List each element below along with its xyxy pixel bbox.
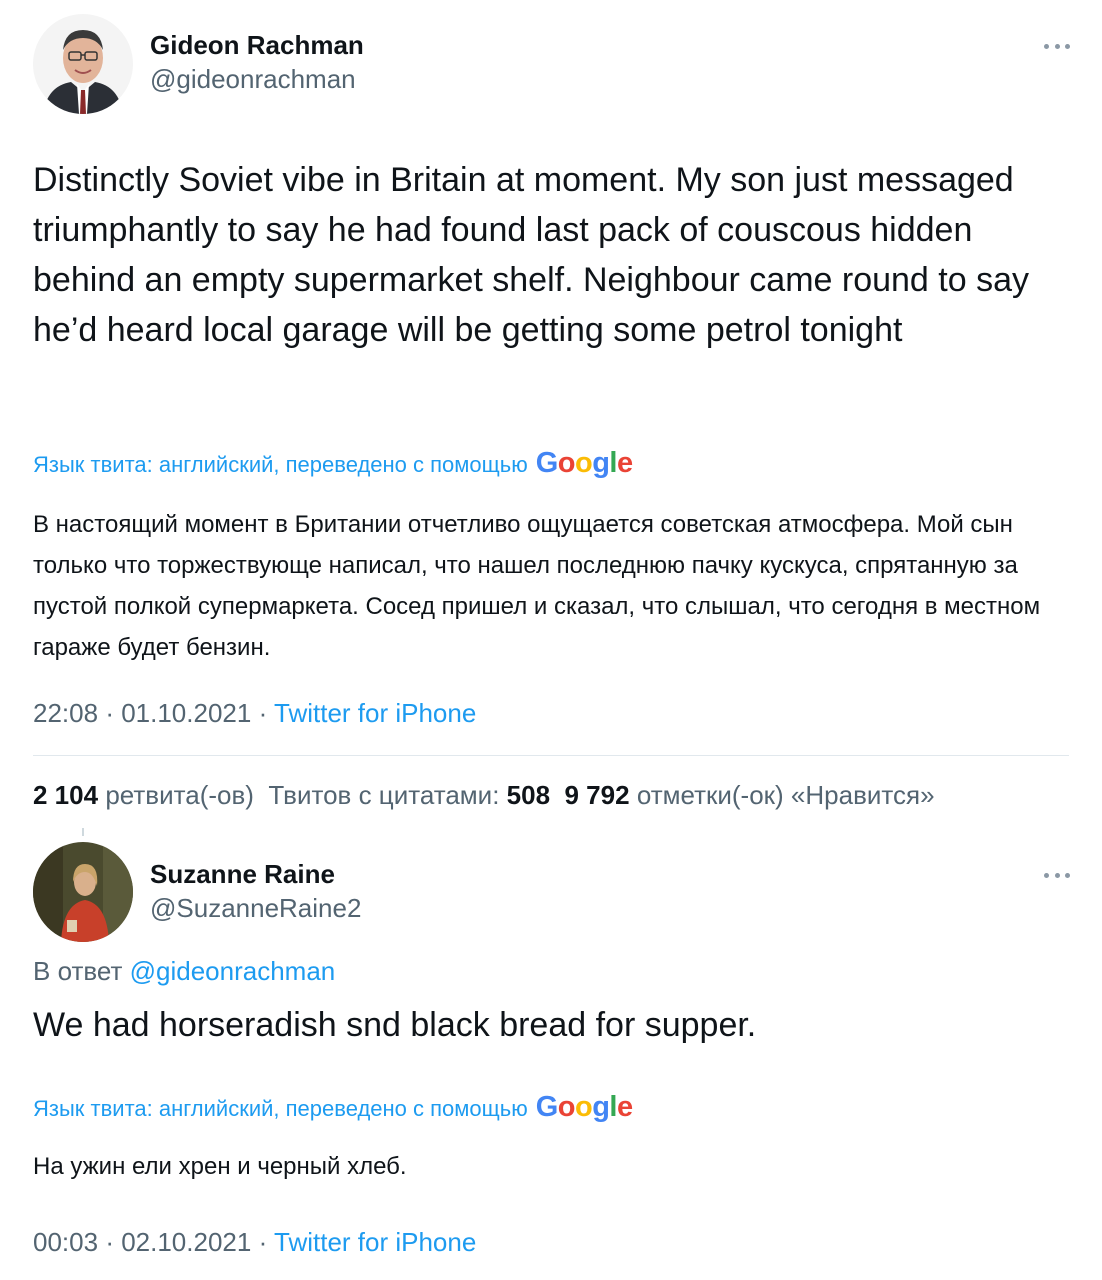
likes-stat[interactable]: 9 792 отметки(-ок) «Нравится»: [565, 780, 935, 810]
author-name[interactable]: Gideon Rachman: [150, 30, 364, 61]
avatar[interactable]: [33, 842, 133, 942]
more-horizontal-icon[interactable]: [1044, 871, 1070, 879]
avatar-photo: [33, 842, 133, 942]
tweet-date[interactable]: 01.10.2021: [121, 698, 251, 728]
author-name[interactable]: Suzanne Raine: [150, 859, 335, 890]
translated-text: На ужин ели хрен и черный хлеб.: [33, 1153, 407, 1180]
translated-text: В настоящий момент в Британии отчетливо …: [33, 511, 1041, 661]
google-logo[interactable]: Google: [536, 1091, 633, 1124]
tweet-time[interactable]: 00:03: [33, 1227, 98, 1257]
quotes-stat[interactable]: Твитов с цитатами: 508: [268, 780, 550, 810]
thread-connector: [82, 828, 84, 836]
tweet-text: Distinctly Soviet vibe in Britain at mom…: [33, 161, 1029, 349]
translation-label: Язык твита: английский, переведено с пом…: [33, 1096, 528, 1121]
tweet-source-link[interactable]: Twitter for iPhone: [274, 698, 476, 728]
tweet-timestamp: 22:08 · 01.10.2021 · Twitter for iPhone: [33, 698, 477, 728]
tweet-timestamp: 00:03 · 02.10.2021 · Twitter for iPhone: [33, 1227, 477, 1257]
translation-note: Язык твита: английский, переведено с пом…: [33, 1091, 633, 1124]
reply-mention-link[interactable]: @gideonrachman: [130, 956, 336, 986]
google-logo[interactable]: Google: [536, 447, 633, 480]
reply-context: В ответ @gideonrachman: [33, 956, 336, 986]
author-handle[interactable]: @SuzanneRaine2: [150, 893, 361, 924]
tweet-source-link[interactable]: Twitter for iPhone: [274, 1227, 476, 1257]
author-handle[interactable]: @gideonrachman: [150, 64, 356, 95]
avatar[interactable]: [33, 14, 133, 114]
translation-label: Язык твита: английский, переведено с пом…: [33, 452, 528, 477]
tweet-stats: 2 104 ретвита(-ов) Твитов с цитатами: 50…: [33, 780, 935, 811]
retweets-stat[interactable]: 2 104 ретвита(-ов): [33, 780, 254, 810]
avatar-photo: [33, 14, 133, 114]
more-horizontal-icon[interactable]: [1044, 42, 1070, 50]
tweet-date[interactable]: 02.10.2021: [121, 1227, 251, 1257]
tweet-text: We had horseradish snd black bread for s…: [33, 1006, 757, 1044]
divider: [33, 755, 1069, 756]
tweet-time[interactable]: 22:08: [33, 698, 98, 728]
translation-note: Язык твита: английский, переведено с пом…: [33, 447, 633, 480]
